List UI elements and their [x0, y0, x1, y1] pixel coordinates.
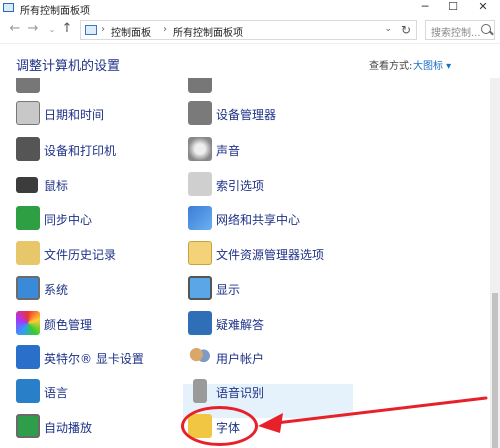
- breadcrumb-control-panel[interactable]: 控制面板: [111, 24, 151, 39]
- item-label: 同步中心: [44, 213, 93, 227]
- view-by-label: 查看方式:: [369, 61, 413, 72]
- control-panel-item-partial[interactable]: [16, 78, 186, 100]
- item-label: 声音: [216, 144, 241, 158]
- microphone-icon: [193, 379, 207, 403]
- control-panel-icon: [3, 3, 14, 12]
- control-panel-item-autoplay[interactable]: 自动播放: [16, 411, 186, 445]
- control-panel-item-network-sharing[interactable]: 网络和共享中心: [188, 203, 358, 237]
- annotation-circle: [181, 406, 258, 446]
- page-title: 调整计算机的设置: [16, 59, 121, 74]
- printer-icon: [16, 137, 40, 161]
- item-label: 设备管理器: [216, 108, 277, 122]
- control-panel-item-sound[interactable]: 声音: [188, 134, 358, 168]
- address-dropdown-button[interactable]: ⌄: [384, 24, 392, 34]
- item-label: 设备和打印机: [44, 144, 117, 158]
- item-label: 颜色管理: [44, 318, 93, 332]
- back-button[interactable]: ←: [8, 21, 22, 37]
- control-panel-item-file-history[interactable]: 文件历史记录: [16, 238, 186, 272]
- item-label: 文件资源管理器选项: [216, 248, 325, 262]
- control-panel-item-explorer-options[interactable]: 文件资源管理器选项: [188, 238, 358, 272]
- users-icon: [188, 345, 212, 369]
- language-icon: [16, 379, 40, 403]
- control-panel-item-device-manager[interactable]: 设备管理器: [188, 98, 358, 132]
- item-label: 自动播放: [44, 421, 93, 435]
- color-icon: [16, 311, 40, 335]
- item-label: 文件历史记录: [44, 248, 117, 262]
- close-button[interactable]: ✕: [470, 0, 496, 16]
- forward-button[interactable]: →: [26, 21, 40, 37]
- control-panel-item-indexing-options[interactable]: 索引选项: [188, 169, 358, 203]
- mouse-icon: [16, 177, 38, 193]
- recent-locations-button[interactable]: ⌄: [45, 22, 59, 38]
- control-panel-item-date-time[interactable]: 日期和时间: [16, 98, 186, 132]
- search-box[interactable]: 搜索控制...: [425, 20, 495, 40]
- control-panel-items: 日期和时间 设备和打印机 鼠标 同步中心 文件历史记录 系统 颜色管理 英特尔®…: [0, 78, 490, 448]
- control-panel-item-color-management[interactable]: 颜色管理: [16, 308, 186, 342]
- window-title: 所有控制面板项: [20, 6, 90, 17]
- breadcrumb-all-items[interactable]: 所有控制面板项: [173, 24, 243, 39]
- breadcrumb-separator[interactable]: ›: [101, 24, 105, 35]
- item-label: 语音识别: [216, 386, 265, 400]
- control-panel-item-speech-recognition[interactable]: 语音识别: [188, 376, 358, 410]
- breadcrumb-separator[interactable]: ›: [163, 24, 167, 35]
- item-label: 鼠标: [44, 179, 69, 193]
- sync-icon: [16, 206, 40, 230]
- item-label: 显示: [216, 283, 241, 297]
- network-icon: [188, 206, 212, 230]
- autoplay-icon: [16, 414, 40, 438]
- folder-options-icon: [188, 241, 212, 265]
- control-panel-item-system[interactable]: 系统: [16, 273, 186, 307]
- control-panel-item-display[interactable]: 显示: [188, 273, 358, 307]
- search-icon[interactable]: [481, 24, 491, 34]
- item-label: 索引选项: [216, 179, 265, 193]
- item-label: 用户帐户: [216, 352, 265, 366]
- clock-icon: [16, 101, 40, 125]
- title-bar: 所有控制面板项 ─ ☐ ✕: [0, 0, 500, 17]
- control-panel-item-devices-printers[interactable]: 设备和打印机: [16, 134, 186, 168]
- partial-item-icon: [188, 78, 212, 93]
- indexing-icon: [188, 172, 212, 196]
- minimize-button[interactable]: ─: [412, 0, 438, 16]
- partial-item-icon: [16, 78, 40, 93]
- control-panel-item-mouse[interactable]: 鼠标: [16, 169, 186, 203]
- control-panel-item-user-accounts[interactable]: 用户帐户: [188, 342, 358, 376]
- item-label: 系统: [44, 283, 69, 297]
- maximize-button[interactable]: ☐: [440, 0, 466, 16]
- item-label: 网络和共享中心: [216, 213, 301, 227]
- control-panel-item-language[interactable]: 语言: [16, 376, 186, 410]
- item-label: 语言: [44, 386, 69, 400]
- intel-graphics-icon: [16, 345, 40, 369]
- view-by-dropdown[interactable]: 大图标 ▾: [413, 57, 451, 72]
- control-panel-item-intel-graphics[interactable]: 英特尔® 显卡设置: [16, 342, 186, 376]
- speaker-icon: [188, 137, 212, 161]
- computer-icon: [16, 276, 40, 300]
- search-input[interactable]: 搜索控制...: [431, 24, 481, 39]
- item-label: 疑难解答: [216, 318, 265, 332]
- control-panel-item-troubleshooting[interactable]: 疑难解答: [188, 308, 358, 342]
- item-label: 英特尔® 显卡设置: [44, 352, 144, 366]
- vertical-scrollbar[interactable]: [490, 78, 500, 448]
- scrollbar-thumb[interactable]: [492, 293, 498, 448]
- troubleshoot-icon: [188, 311, 212, 335]
- monitor-icon: [188, 276, 212, 300]
- item-label: 日期和时间: [44, 108, 105, 122]
- control-panel-item-sync-center[interactable]: 同步中心: [16, 203, 186, 237]
- device-manager-icon: [188, 101, 212, 125]
- refresh-button[interactable]: ↻: [401, 23, 411, 37]
- up-button[interactable]: ↑: [60, 21, 74, 37]
- file-history-icon: [16, 241, 40, 265]
- control-panel-icon: [85, 25, 97, 35]
- address-bar[interactable]: › 控制面板 › 所有控制面板项 ⌄ ↻: [80, 20, 417, 40]
- navigation-bar: ← → ⌄ ↑ › 控制面板 › 所有控制面板项 ⌄ ↻ 搜索控制...: [0, 16, 500, 44]
- control-panel-item-partial[interactable]: [188, 78, 358, 100]
